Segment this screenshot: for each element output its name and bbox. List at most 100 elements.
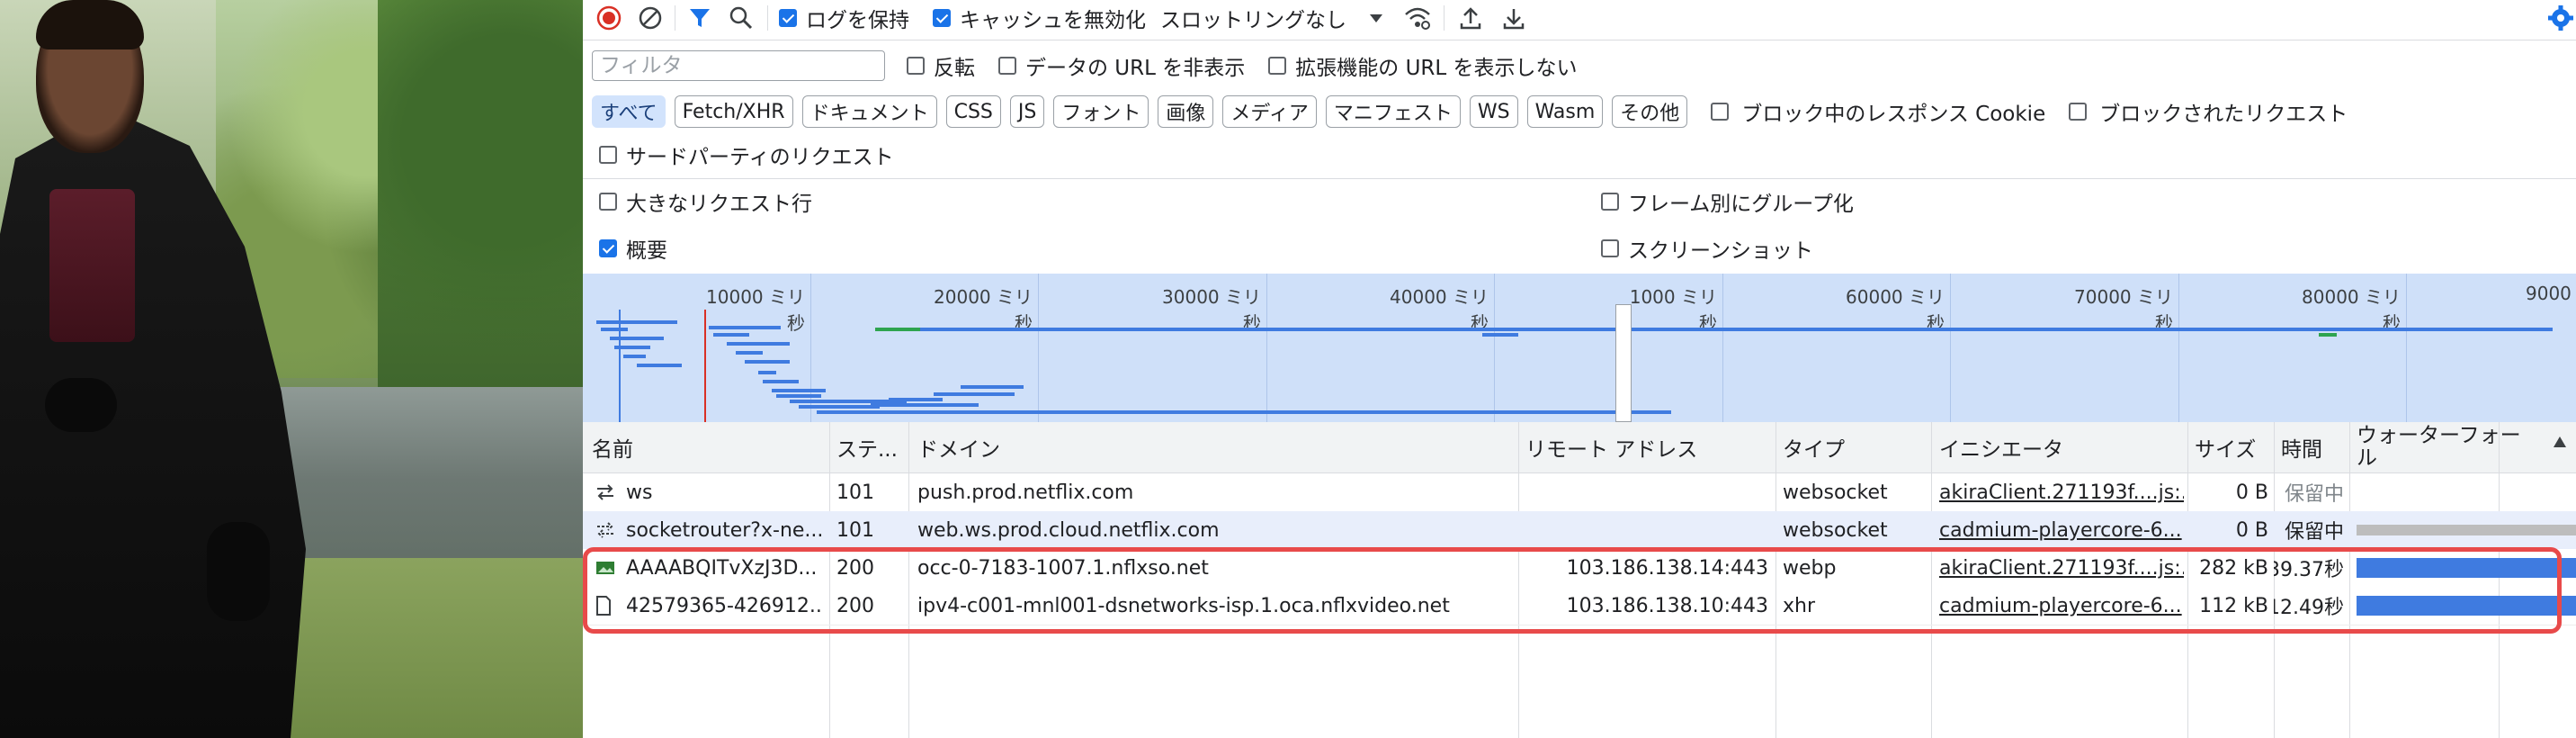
hide-data-urls-checkbox[interactable]: データの URL を非表示 — [998, 50, 1245, 81]
request-size: 0 B — [2235, 481, 2268, 504]
disable-cache-checkbox[interactable]: キャッシュを無効化 — [933, 3, 1146, 33]
sort-triangle-icon[interactable] — [2551, 433, 2569, 456]
type-chip-fetch-xhr[interactable]: Fetch/XHR — [674, 95, 793, 128]
large-rows-checkbox[interactable]: 大きなリクエスト行 — [599, 186, 812, 217]
type-chip-ws[interactable]: WS — [1469, 95, 1518, 128]
blocked-response-cookies-label: ブロック中のレスポンス Cookie — [1741, 103, 2046, 126]
type-chip-image[interactable]: 画像 — [1158, 95, 1214, 128]
load-event-line — [704, 310, 706, 422]
settings-gear-icon[interactable] — [2545, 3, 2576, 33]
type-chip-wasm[interactable]: Wasm — [1526, 95, 1604, 128]
type-chip-font[interactable]: フォント — [1053, 95, 1149, 128]
timeline-gridline — [1494, 274, 1495, 422]
request-bar — [610, 337, 664, 340]
request-bar — [758, 371, 776, 374]
filter-input[interactable] — [592, 50, 885, 81]
request-size: 0 B — [2235, 518, 2268, 542]
request-remote-address — [1518, 511, 1768, 549]
request-initiator-link[interactable]: cadmium-playercore-6... — [1939, 587, 2184, 625]
divider — [583, 178, 2576, 179]
blocked-requests-checkbox[interactable]: ブロックされたリクエスト — [2069, 96, 2348, 127]
filter-icon[interactable] — [684, 3, 715, 33]
screenshots-check[interactable] — [1601, 239, 1619, 257]
invert-checkbox[interactable]: 反転 — [907, 50, 975, 81]
blocked-requests-check[interactable] — [2069, 103, 2088, 121]
table-row[interactable]: 42579365-426912... 200 ipv4-c001-mnl001-… — [583, 587, 2576, 625]
column-header-status[interactable]: ステ... — [836, 422, 898, 472]
group-by-frame-label: フレーム別にグループ化 — [1628, 193, 1854, 216]
column-header-remote-address[interactable]: リモート アドレス — [1525, 422, 1697, 472]
timeline-gridline — [1266, 274, 1267, 422]
type-chip-document[interactable]: ドキュメント — [801, 95, 937, 128]
network-overview-timeline[interactable]: 10000 ミリ秒 20000 ミリ秒 30000 ミリ秒 40000 ミリ秒 … — [583, 274, 2576, 422]
type-chip-all[interactable]: すべて — [592, 95, 666, 128]
column-header-name[interactable]: 名前 — [592, 422, 633, 472]
toolbar-divider — [767, 5, 768, 31]
third-party-label: サードパーティのリクエスト — [626, 146, 894, 169]
screenshots-checkbox[interactable]: スクリーンショット — [1601, 233, 1813, 264]
preserve-log-checkbox[interactable]: ログを保持 — [779, 3, 909, 33]
third-party-checkbox[interactable]: サードパーティのリクエスト — [599, 140, 894, 170]
hide-extension-urls-checkbox[interactable]: 拡張機能の URL を表示しない — [1268, 50, 1578, 81]
request-bar — [745, 360, 790, 364]
column-header-time[interactable]: 時間 — [2281, 422, 2322, 472]
request-initiator-link[interactable]: akiraClient.271193f....js:... — [1939, 549, 2184, 587]
hide-data-urls-check[interactable] — [998, 57, 1016, 75]
third-party-check[interactable] — [599, 146, 617, 164]
request-bar — [596, 320, 677, 324]
column-header-waterfall[interactable]: ウォーターフォール — [2357, 422, 2536, 472]
blocked-response-cookies-checkbox[interactable]: ブロック中のレスポンス Cookie — [1711, 96, 2045, 127]
group-by-frame-check[interactable] — [1601, 193, 1619, 211]
request-remote-address: 103.186.138.14:443 — [1566, 556, 1768, 580]
type-chip-other[interactable]: その他 — [1612, 95, 1688, 128]
search-icon[interactable] — [726, 3, 756, 33]
export-har-icon[interactable] — [1498, 3, 1529, 33]
column-header-type[interactable]: タイプ — [1783, 422, 1845, 472]
request-type: xhr — [1783, 594, 1816, 617]
request-initiator-link[interactable]: cadmium-playercore-6... — [1939, 511, 2184, 549]
large-rows-check[interactable] — [599, 193, 617, 211]
request-name: 42579365-426912... — [626, 594, 824, 617]
type-chip-manifest[interactable]: マニフェスト — [1325, 95, 1461, 128]
dom-content-loaded-line — [619, 310, 621, 422]
network-conditions-icon[interactable] — [1402, 3, 1433, 33]
overview-selection-window[interactable] — [1615, 304, 1632, 422]
preserve-log-label: ログを保持 — [806, 9, 909, 32]
invert-label: 反転 — [934, 57, 975, 80]
type-chip-css[interactable]: CSS — [945, 95, 1001, 128]
request-time: 保留中 — [2284, 521, 2344, 544]
settings-row-1: 大きなリクエスト行 フレーム別にグループ化 — [583, 185, 2576, 218]
preserve-log-check[interactable] — [779, 9, 797, 27]
glove-right — [207, 522, 270, 621]
group-by-frame-checkbox[interactable]: フレーム別にグループ化 — [1601, 186, 1854, 217]
timeline-tick-label: 9000 — [2526, 283, 2572, 304]
clear-icon[interactable] — [635, 3, 666, 33]
record-stop-icon[interactable] — [594, 3, 624, 33]
toolbar-divider — [1444, 5, 1445, 31]
hide-extension-urls-check[interactable] — [1268, 57, 1287, 75]
throttling-select[interactable]: スロットリングなし — [1160, 3, 1384, 33]
timeline-gridline — [2406, 274, 2407, 422]
request-bar — [889, 398, 943, 401]
invert-check[interactable] — [907, 57, 925, 75]
disable-cache-check[interactable] — [933, 9, 951, 27]
document-icon — [595, 587, 622, 625]
person-hair — [36, 0, 144, 50]
overview-check[interactable] — [599, 239, 617, 257]
type-chip-js[interactable]: JS — [1009, 95, 1045, 128]
type-chip-media[interactable]: メディア — [1222, 95, 1317, 128]
request-status: 101 — [836, 481, 874, 504]
column-header-domain[interactable]: ドメイン — [917, 422, 1000, 472]
request-initiator-link[interactable]: akiraClient.271193f....js:... — [1939, 473, 2184, 511]
red-vest — [49, 189, 135, 342]
table-row[interactable]: ws 101 push.prod.netflix.com websocket a… — [583, 473, 2576, 511]
table-row[interactable]: socketrouter?x-ne... 101 web.ws.prod.clo… — [583, 511, 2576, 549]
column-header-size[interactable]: サイズ — [2195, 422, 2256, 472]
blocked-response-cookies-check[interactable] — [1711, 103, 1730, 121]
table-row[interactable]: AAAABQITvXzJ3D... 200 occ-0-7183-1007.1.… — [583, 549, 2576, 587]
timeline-gridline — [1950, 274, 1951, 422]
request-bar — [623, 355, 646, 358]
column-header-initiator[interactable]: イニシエータ — [1939, 422, 2063, 472]
overview-checkbox[interactable]: 概要 — [599, 233, 667, 264]
import-har-icon[interactable] — [1455, 3, 1486, 33]
